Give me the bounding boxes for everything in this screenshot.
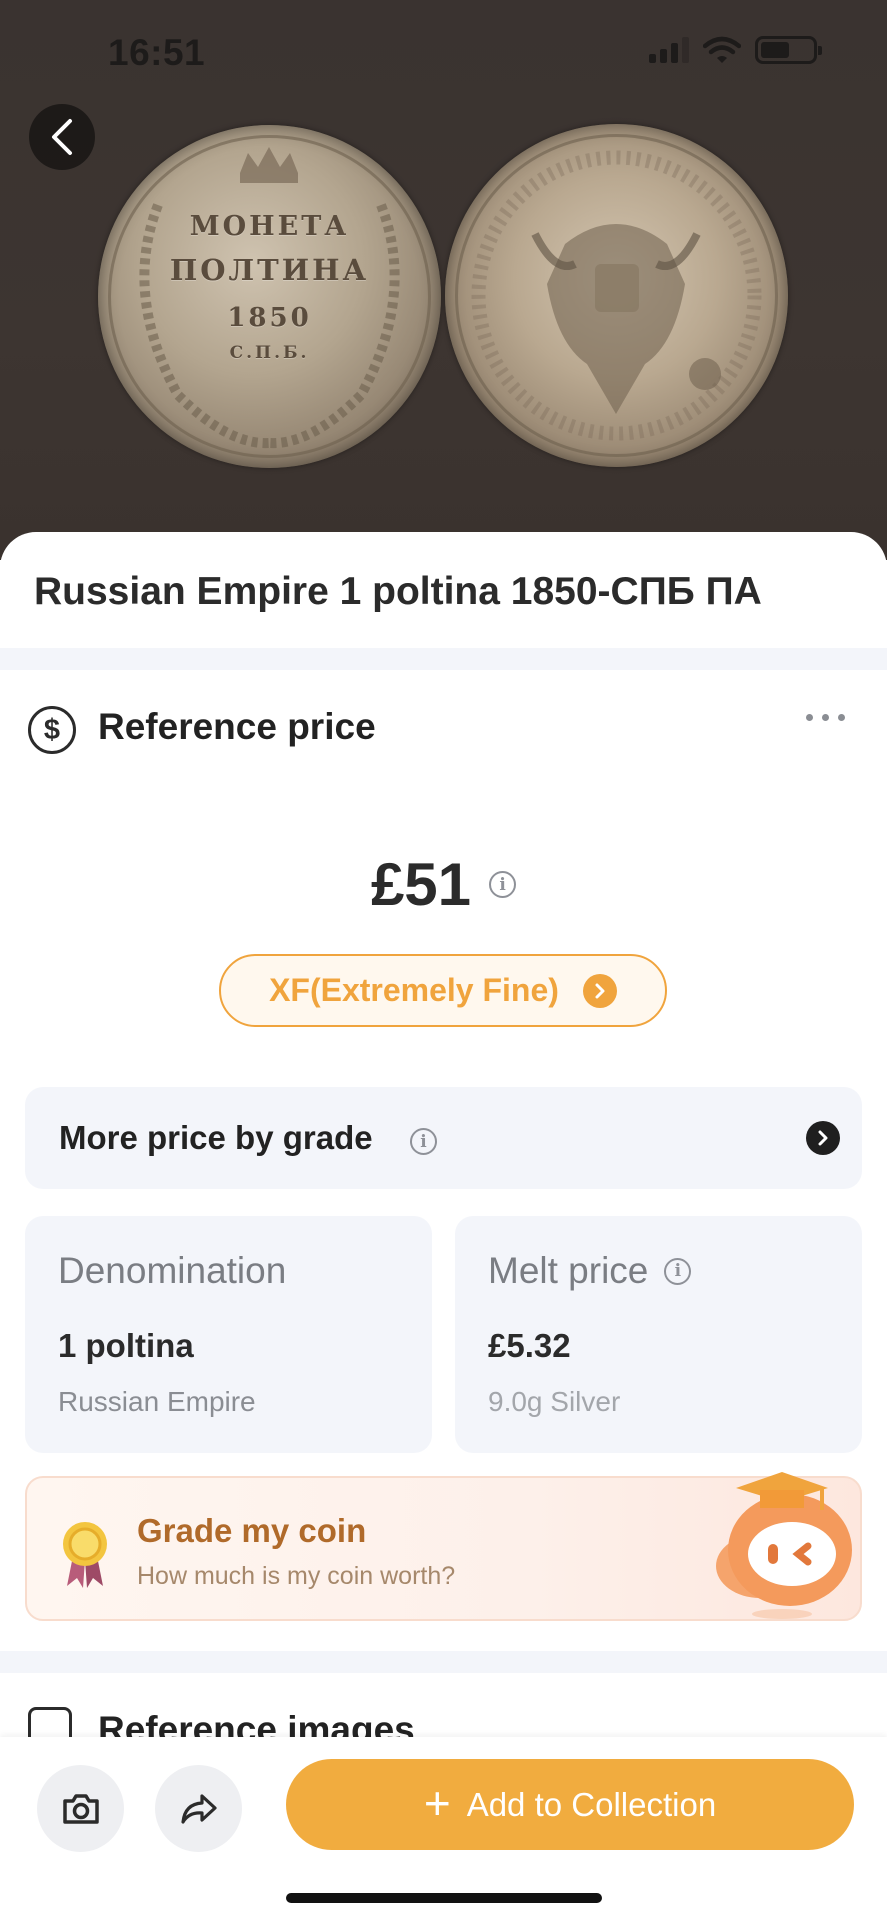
camera-button[interactable] (37, 1765, 124, 1852)
status-icons (649, 36, 822, 64)
melt-metal-content: 9.0g Silver (488, 1386, 621, 1417)
bottom-action-bar: + Add to Collection (0, 1737, 887, 1920)
camera-icon (62, 1793, 99, 1824)
grade-banner-subtitle: How much is my coin worth? (137, 1562, 456, 1590)
add-to-collection-label: Add to Collection (466, 1785, 717, 1823)
reference-images-section: Reference images (0, 1673, 887, 1737)
coin-obverse-image: МОНЕТА ПОЛТИНА 1850 С.П.Б. (98, 125, 441, 468)
eagle-emblem (455, 134, 778, 457)
reference-price-value: £51 (370, 851, 472, 918)
obverse-text-line: ПОЛТИНА (169, 253, 370, 287)
share-button[interactable] (155, 1765, 242, 1852)
plus-icon: + (423, 1776, 451, 1829)
more-dots-icon (806, 714, 813, 721)
price-row: £51 i (0, 850, 887, 919)
melt-price-value: £5.32 (488, 1327, 571, 1364)
coin-title: Russian Empire 1 poltina 1850-СПБ ПА (34, 570, 762, 613)
back-button[interactable] (29, 104, 95, 170)
home-indicator (286, 1893, 602, 1903)
more-options-button[interactable] (806, 714, 845, 721)
denomination-label: Denomination (58, 1250, 287, 1291)
obverse-text-line: МОНЕТА (189, 211, 350, 242)
share-icon (180, 1793, 217, 1824)
gallery-icon (28, 1707, 72, 1737)
mascot-icon (716, 1472, 852, 1619)
cellular-signal-icon (649, 37, 689, 63)
coin-image-hero: 16:51 МОНЕТА ПОЛТИНА 1850 С.П.Б. (0, 0, 887, 560)
melt-price-card: Melt price i £5.32 9.0g Silver (455, 1216, 862, 1453)
melt-price-label: Melt price i (488, 1250, 692, 1292)
grade-banner-title: Grade my coin (137, 1512, 367, 1549)
section-divider (0, 1651, 887, 1673)
info-icon[interactable]: i (664, 1257, 692, 1285)
more-price-by-grade-row[interactable]: More price by grade i (25, 1087, 862, 1189)
chevron-right-icon (806, 1121, 840, 1155)
info-icon[interactable]: i (489, 871, 517, 898)
medal-icon (63, 1522, 107, 1588)
status-time: 16:51 (108, 32, 206, 73)
denomination-card: Denomination 1 poltina Russian Empire (25, 1216, 432, 1453)
info-icon[interactable]: i (410, 1128, 437, 1155)
obverse-text-line: С.П.Б. (229, 343, 310, 363)
reference-images-title: Reference images (98, 1709, 415, 1737)
wreath-ornament (108, 135, 431, 458)
grade-my-coin-banner[interactable]: Grade my coin How much is my coin worth? (25, 1472, 862, 1621)
battery-icon (755, 36, 822, 64)
grade-selector-button[interactable]: XF(Extremely Fine) (219, 954, 667, 1027)
reference-price-title: Reference price (98, 706, 376, 747)
back-arrow-icon (52, 119, 72, 155)
grade-label: XF(Extremely Fine) (269, 972, 559, 1008)
denomination-value: 1 poltina (58, 1327, 194, 1364)
denomination-country: Russian Empire (58, 1386, 256, 1417)
coin-reverse-image (445, 124, 788, 467)
dollar-circle-icon: $ (28, 706, 76, 754)
obverse-text-line: 1850 (227, 303, 312, 333)
section-divider (0, 648, 887, 670)
wifi-icon (703, 36, 741, 63)
chevron-right-icon (582, 973, 617, 1008)
add-to-collection-button[interactable]: + Add to Collection (286, 1759, 854, 1850)
more-price-by-grade-label: More price by grade (59, 1119, 373, 1156)
